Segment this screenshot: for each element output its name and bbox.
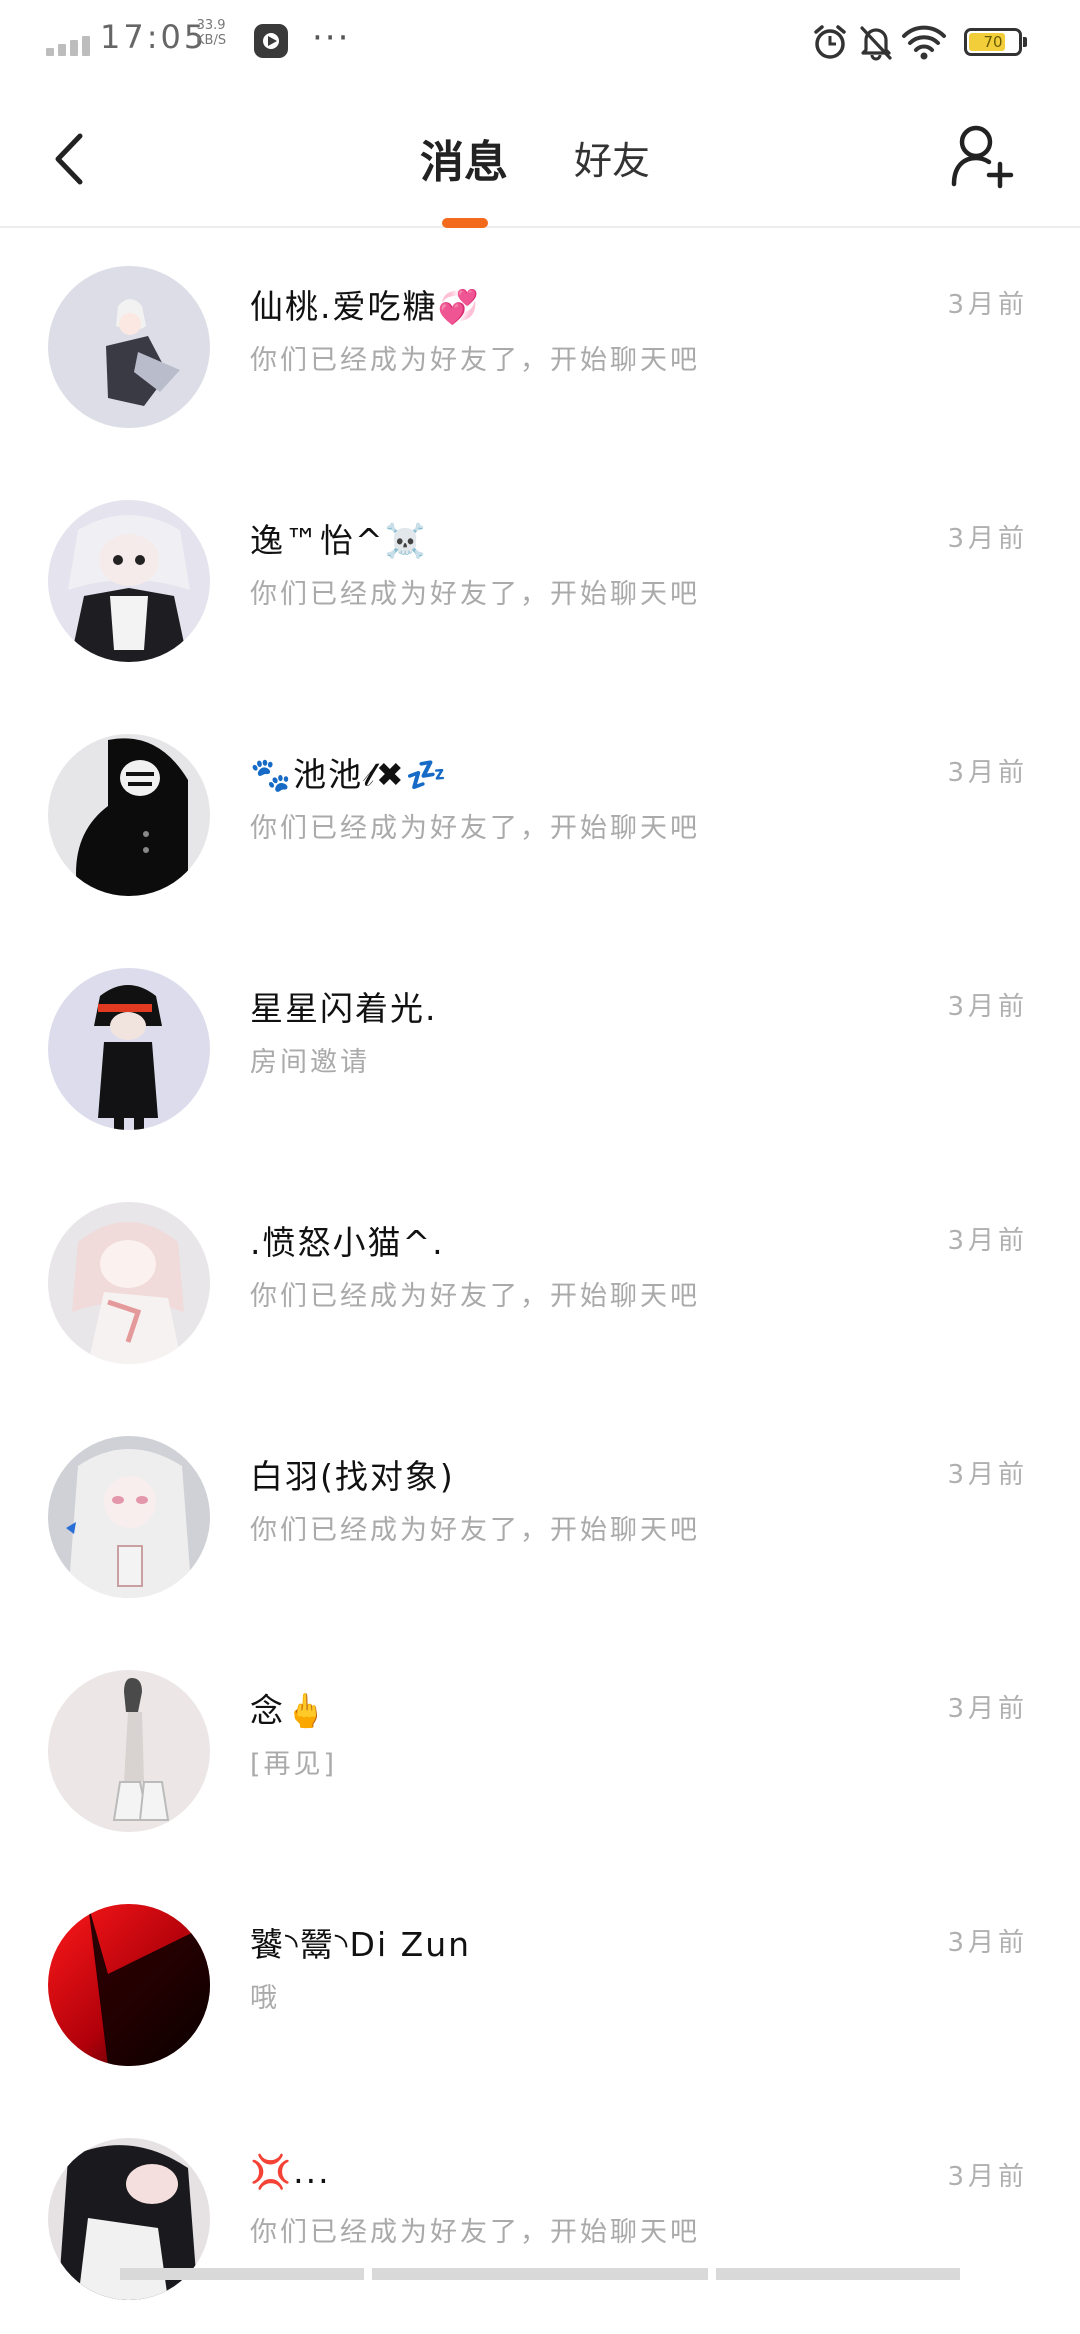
conversation-item[interactable]: 星星闪着光. 房间邀请 3月前 [0,930,1080,1164]
add-friend-icon[interactable] [948,120,1018,190]
play-icon [254,24,288,58]
last-message-preview: 你们已经成为好友了，开始聊天吧 [250,579,700,610]
contact-name: 星星闪着光. [250,989,438,1028]
last-message-preview: [再见] [250,1749,338,1780]
conversation-item[interactable]: 饕◝鬵◝Di Zun 哦 3月前 [0,1866,1080,2100]
contact-name: 饕◝鬵◝Di Zun [250,1925,472,1964]
mute-bell-icon [860,26,892,61]
message-time: 3月前 [947,524,1028,554]
message-time: 3月前 [947,992,1028,1022]
net-speed-unit: KB/S [196,33,227,48]
conversation-item[interactable]: 逸™怡^☠️ 你们已经成为好友了，开始聊天吧 3月前 [0,462,1080,696]
avatar[interactable] [48,1202,210,1364]
conversation-item[interactable]: .愤怒小猫^. 你们已经成为好友了，开始聊天吧 3月前 [0,1164,1080,1398]
message-time: 3月前 [947,1226,1028,1256]
contact-name: 仙桃.爱吃糖💞 [250,287,481,326]
last-message-preview: 你们已经成为好友了，开始聊天吧 [250,813,700,844]
last-message-preview: 房间邀请 [250,1047,370,1078]
wifi-icon [902,25,946,60]
more-dots-icon: ··· [312,18,351,58]
last-message-preview: 哦 [250,1983,280,2014]
contact-name: .愤怒小猫^. [250,1223,445,1262]
net-speed-value: 33.9 [196,18,226,33]
back-arrow-icon[interactable] [40,124,100,194]
net-speed: 33.9 KB/S [196,18,226,48]
contact-name: 🐾池池𝓁✖💤 [250,755,449,794]
conversation-item[interactable]: 🐾池池𝓁✖💤 你们已经成为好友了，开始聊天吧 3月前 [0,696,1080,930]
message-time: 3月前 [947,1928,1028,1958]
last-message-preview: 你们已经成为好友了，开始聊天吧 [250,345,700,376]
tab-messages[interactable]: 消息 [420,126,508,190]
status-bar: 17:05 33.9 KB/S ··· 70 [0,0,1080,84]
avatar[interactable] [48,1670,210,1832]
conversation-item[interactable]: 念🖕 [再见] 3月前 [0,1632,1080,1866]
conversation-item[interactable]: 💢... 你们已经成为好友了，开始聊天吧 3月前 [0,2100,1080,2334]
message-time: 3月前 [947,1694,1028,1724]
conversation-item[interactable]: 白羽(找对象) 你们已经成为好友了，开始聊天吧 3月前 [0,1398,1080,1632]
message-time: 3月前 [947,1460,1028,1490]
signal-icon [46,28,90,56]
contact-name: 白羽(找对象) [250,1457,455,1496]
battery-level: 70 [983,33,1003,51]
avatar[interactable] [48,500,210,662]
last-message-preview: 你们已经成为好友了，开始聊天吧 [250,1515,700,1546]
avatar[interactable] [48,734,210,896]
top-nav-bar: 消息 好友 [0,84,1080,228]
tab-friends[interactable]: 好友 [574,130,650,185]
avatar[interactable] [48,1904,210,2066]
alarm-icon [814,25,846,59]
avatar[interactable] [48,1436,210,1598]
conversation-list: 仙桃.爱吃糖💞 你们已经成为好友了，开始聊天吧 3月前 逸™怡^☠️ 你们已经成… [0,228,1080,2334]
battery-icon: 70 [964,28,1027,56]
active-tab-indicator [442,218,488,228]
message-time: 3月前 [947,290,1028,320]
contact-name: 💢... [250,2152,331,2191]
bottom-scroll-indicator [0,2268,1080,2280]
last-message-preview: 你们已经成为好友了，开始聊天吧 [250,2217,700,2248]
contact-name: 念🖕 [250,1691,329,1730]
avatar[interactable] [48,266,210,428]
message-time: 3月前 [947,2162,1028,2192]
last-message-preview: 你们已经成为好友了，开始聊天吧 [250,1281,700,1312]
contact-name: 逸™怡^☠️ [250,521,428,560]
conversation-item[interactable]: 仙桃.爱吃糖💞 你们已经成为好友了，开始聊天吧 3月前 [0,228,1080,462]
message-time: 3月前 [947,758,1028,788]
avatar[interactable] [48,968,210,1130]
status-time: 17:05 [100,18,208,56]
